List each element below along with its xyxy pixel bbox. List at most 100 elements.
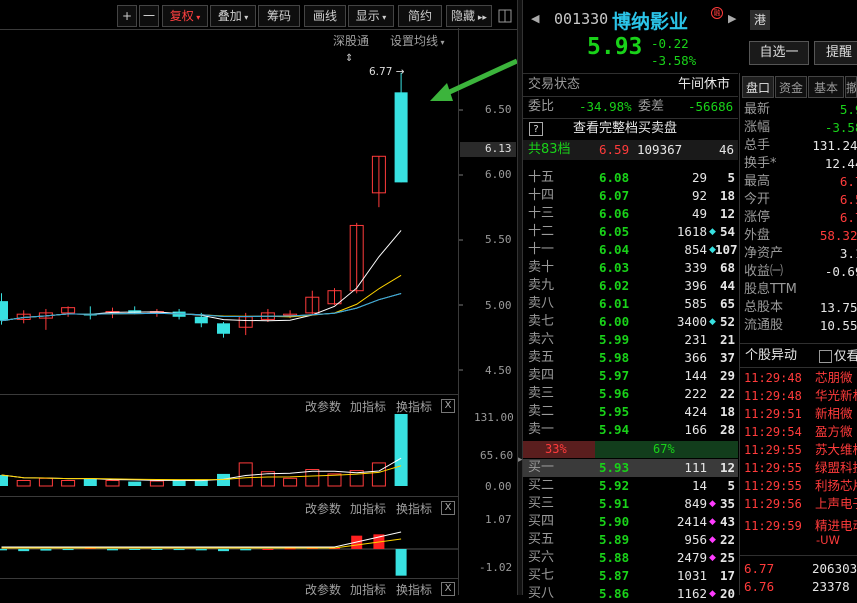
close-panel-icon[interactable]: X <box>441 582 455 596</box>
chouma-button[interactable]: 筹码 <box>258 5 300 27</box>
ask-volume: 166 <box>684 422 707 437</box>
fuquan-dropdown[interactable]: 复权 ▾ <box>162 5 208 27</box>
bid-row[interactable]: 买五 5.89 956 ◆ 22 <box>523 531 738 549</box>
ask-level-label: 卖一 <box>528 422 555 437</box>
ask-count: 29 <box>719 368 735 383</box>
ask-level-label: 卖十 <box>528 260 555 275</box>
ask-row[interactable]: 卖六 5.99 231 21 <box>523 331 738 349</box>
alert-button[interactable]: 提醒 <box>814 41 857 65</box>
macd-bar <box>0 549 7 551</box>
bid-price: 5.93 <box>599 460 630 475</box>
ask-level-label: 卖八 <box>528 296 555 311</box>
macd-bar <box>173 549 185 551</box>
weibi-value: -34.98% <box>579 99 632 114</box>
volume-bar <box>394 414 408 486</box>
ask-row[interactable]: 卖一 5.94 166 28 <box>523 421 738 439</box>
jianyue-button[interactable]: 简约 <box>398 5 442 27</box>
ask-row[interactable]: 十二 6.05 1618 ◆ 54 <box>523 223 738 241</box>
yincang-button[interactable]: 隐藏 ▸▸ <box>446 5 492 27</box>
window-toggle-icon[interactable] <box>496 5 514 27</box>
ask-row[interactable]: 卖二 5.95 424 18 <box>523 403 738 421</box>
dif-line <box>1 531 402 548</box>
watchlist-dropdown[interactable]: 自选一 <box>749 41 809 65</box>
tab-pankou[interactable]: 盘口 <box>742 76 774 98</box>
prev-stock-icon[interactable]: ◀ <box>531 12 539 25</box>
huaxian-button[interactable]: 画线 <box>304 5 346 27</box>
stat-row: 总手 131.24万 <box>742 137 857 155</box>
ask-row[interactable]: 十一 6.04 854 ◆ 107 <box>523 241 738 259</box>
close-panel-icon[interactable]: X <box>441 501 455 515</box>
anomaly-item[interactable]: 11:29:55 苏大维格 <box>742 441 857 459</box>
stat-row: 今开 6.59 <box>742 191 857 209</box>
ask-row[interactable]: 卖七 6.00 3400 ◆ 52 <box>523 313 738 331</box>
next-stock-icon[interactable]: ▶ <box>728 12 736 25</box>
stat-label: 总手 <box>744 138 771 153</box>
tab-more[interactable]: 撤 <box>845 76 857 98</box>
ask-row[interactable]: 十四 6.07 92 18 <box>523 187 738 205</box>
bid-row[interactable]: 买八 5.86 1162 ◆ 20 <box>523 585 738 603</box>
ask-row[interactable]: 卖三 5.96 222 22 <box>523 385 738 403</box>
change-params-button[interactable]: 改参数 <box>305 581 341 598</box>
stat-row: 涨停 6.77 <box>742 209 857 227</box>
tab-jiben[interactable]: 基本 <box>808 76 844 98</box>
anomaly-stock: 上声电子 <box>815 496 857 511</box>
stock-name: 博纳影业 <box>612 11 689 33</box>
hk-badge[interactable]: 港 <box>750 10 770 30</box>
bid-row[interactable]: 买一 5.93 111 12 <box>523 459 738 477</box>
xianshi-dropdown[interactable]: 显示 ▾ <box>348 5 394 27</box>
switch-indicator-button[interactable]: 换指标 <box>396 581 432 598</box>
ask-row[interactable]: 十三 6.06 49 12 <box>523 205 738 223</box>
filter-checkbox[interactable] <box>819 350 832 363</box>
ask-volume: 3400 <box>676 314 707 329</box>
stat-label: 换手* <box>744 156 777 171</box>
anomaly-item[interactable]: 11:29:55 利扬芯片 <box>742 477 857 495</box>
bid-volume: 2479 <box>676 550 707 565</box>
anomaly-item[interactable]: 11:29:48 华光新材 <box>742 387 857 405</box>
stock-code: 001330 <box>554 10 609 28</box>
close-panel-icon[interactable]: X <box>441 399 455 413</box>
stat-row: 收益㈠-0.695 <box>742 263 857 281</box>
bid-row[interactable]: 买六 5.88 2479 ◆ 25 <box>523 549 738 567</box>
volume-bar <box>0 475 8 486</box>
anomaly-stock: 利扬芯片 <box>815 478 857 493</box>
anomaly-time: 11:29:56 <box>744 497 802 511</box>
divider <box>523 118 738 119</box>
bid-row[interactable]: 买二 5.92 14 5 <box>523 477 738 495</box>
ask-row[interactable]: 卖四 5.97 144 29 <box>523 367 738 385</box>
total-levels-vol: 109367 <box>637 142 683 157</box>
ask-row[interactable]: 卖五 5.98 366 37 <box>523 349 738 367</box>
ask-price: 6.07 <box>599 188 630 203</box>
tick-price: 6.77 <box>744 561 775 576</box>
stat-label: 涨幅 <box>744 120 771 135</box>
add-indicator-button[interactable]: 加指标 <box>350 581 386 598</box>
high-marker-value: 6.77 <box>369 66 393 78</box>
volume-bar <box>172 480 186 486</box>
ask-row[interactable]: 卖十 6.03 339 68 <box>523 259 738 277</box>
stat-value: 12.44% <box>824 156 857 171</box>
diejia-dropdown[interactable]: 叠加 ▾ <box>210 5 256 27</box>
total-levels-count: 46 <box>719 142 735 157</box>
anomaly-item[interactable]: 11:29:54 盈方微 <box>742 423 857 441</box>
ask-row[interactable]: 十五 6.08 29 5 <box>523 169 738 187</box>
zoom-in-button[interactable]: + <box>117 5 137 27</box>
macd-bar <box>395 549 407 576</box>
bid-level-label: 买一 <box>528 460 555 475</box>
total-levels-label: 共83档 <box>528 142 571 157</box>
ask-row[interactable]: 卖九 6.02 396 44 <box>523 277 738 295</box>
tab-zijin[interactable]: 资金 <box>775 76 807 98</box>
bid-price: 5.92 <box>599 478 630 493</box>
anomaly-item[interactable]: 11:29:55 绿盟科技 <box>742 459 857 477</box>
zoom-out-button[interactable]: 一 <box>139 5 159 27</box>
anomaly-item[interactable]: 11:29:51 新相微 <box>742 405 857 423</box>
bid-row[interactable]: 买七 5.87 1031 17 <box>523 567 738 585</box>
ask-level-label: 卖二 <box>528 404 555 419</box>
full-book-link[interactable]: 查看完整档买卖盘 <box>573 120 677 138</box>
bid-row[interactable]: 买四 5.90 2414 ◆ 43 <box>523 513 738 531</box>
ask-row[interactable]: 卖八 6.01 585 65 <box>523 295 738 313</box>
ask-volume: 222 <box>684 386 707 401</box>
help-icon[interactable]: ? <box>529 122 543 136</box>
anomaly-item[interactable]: 11:29:48 芯朋微 <box>742 369 857 387</box>
ask-price: 5.96 <box>599 386 630 401</box>
bid-row[interactable]: 买三 5.91 849 ◆ 35 <box>523 495 738 513</box>
anomaly-item[interactable]: 11:29:56 上声电子 <box>742 495 857 513</box>
